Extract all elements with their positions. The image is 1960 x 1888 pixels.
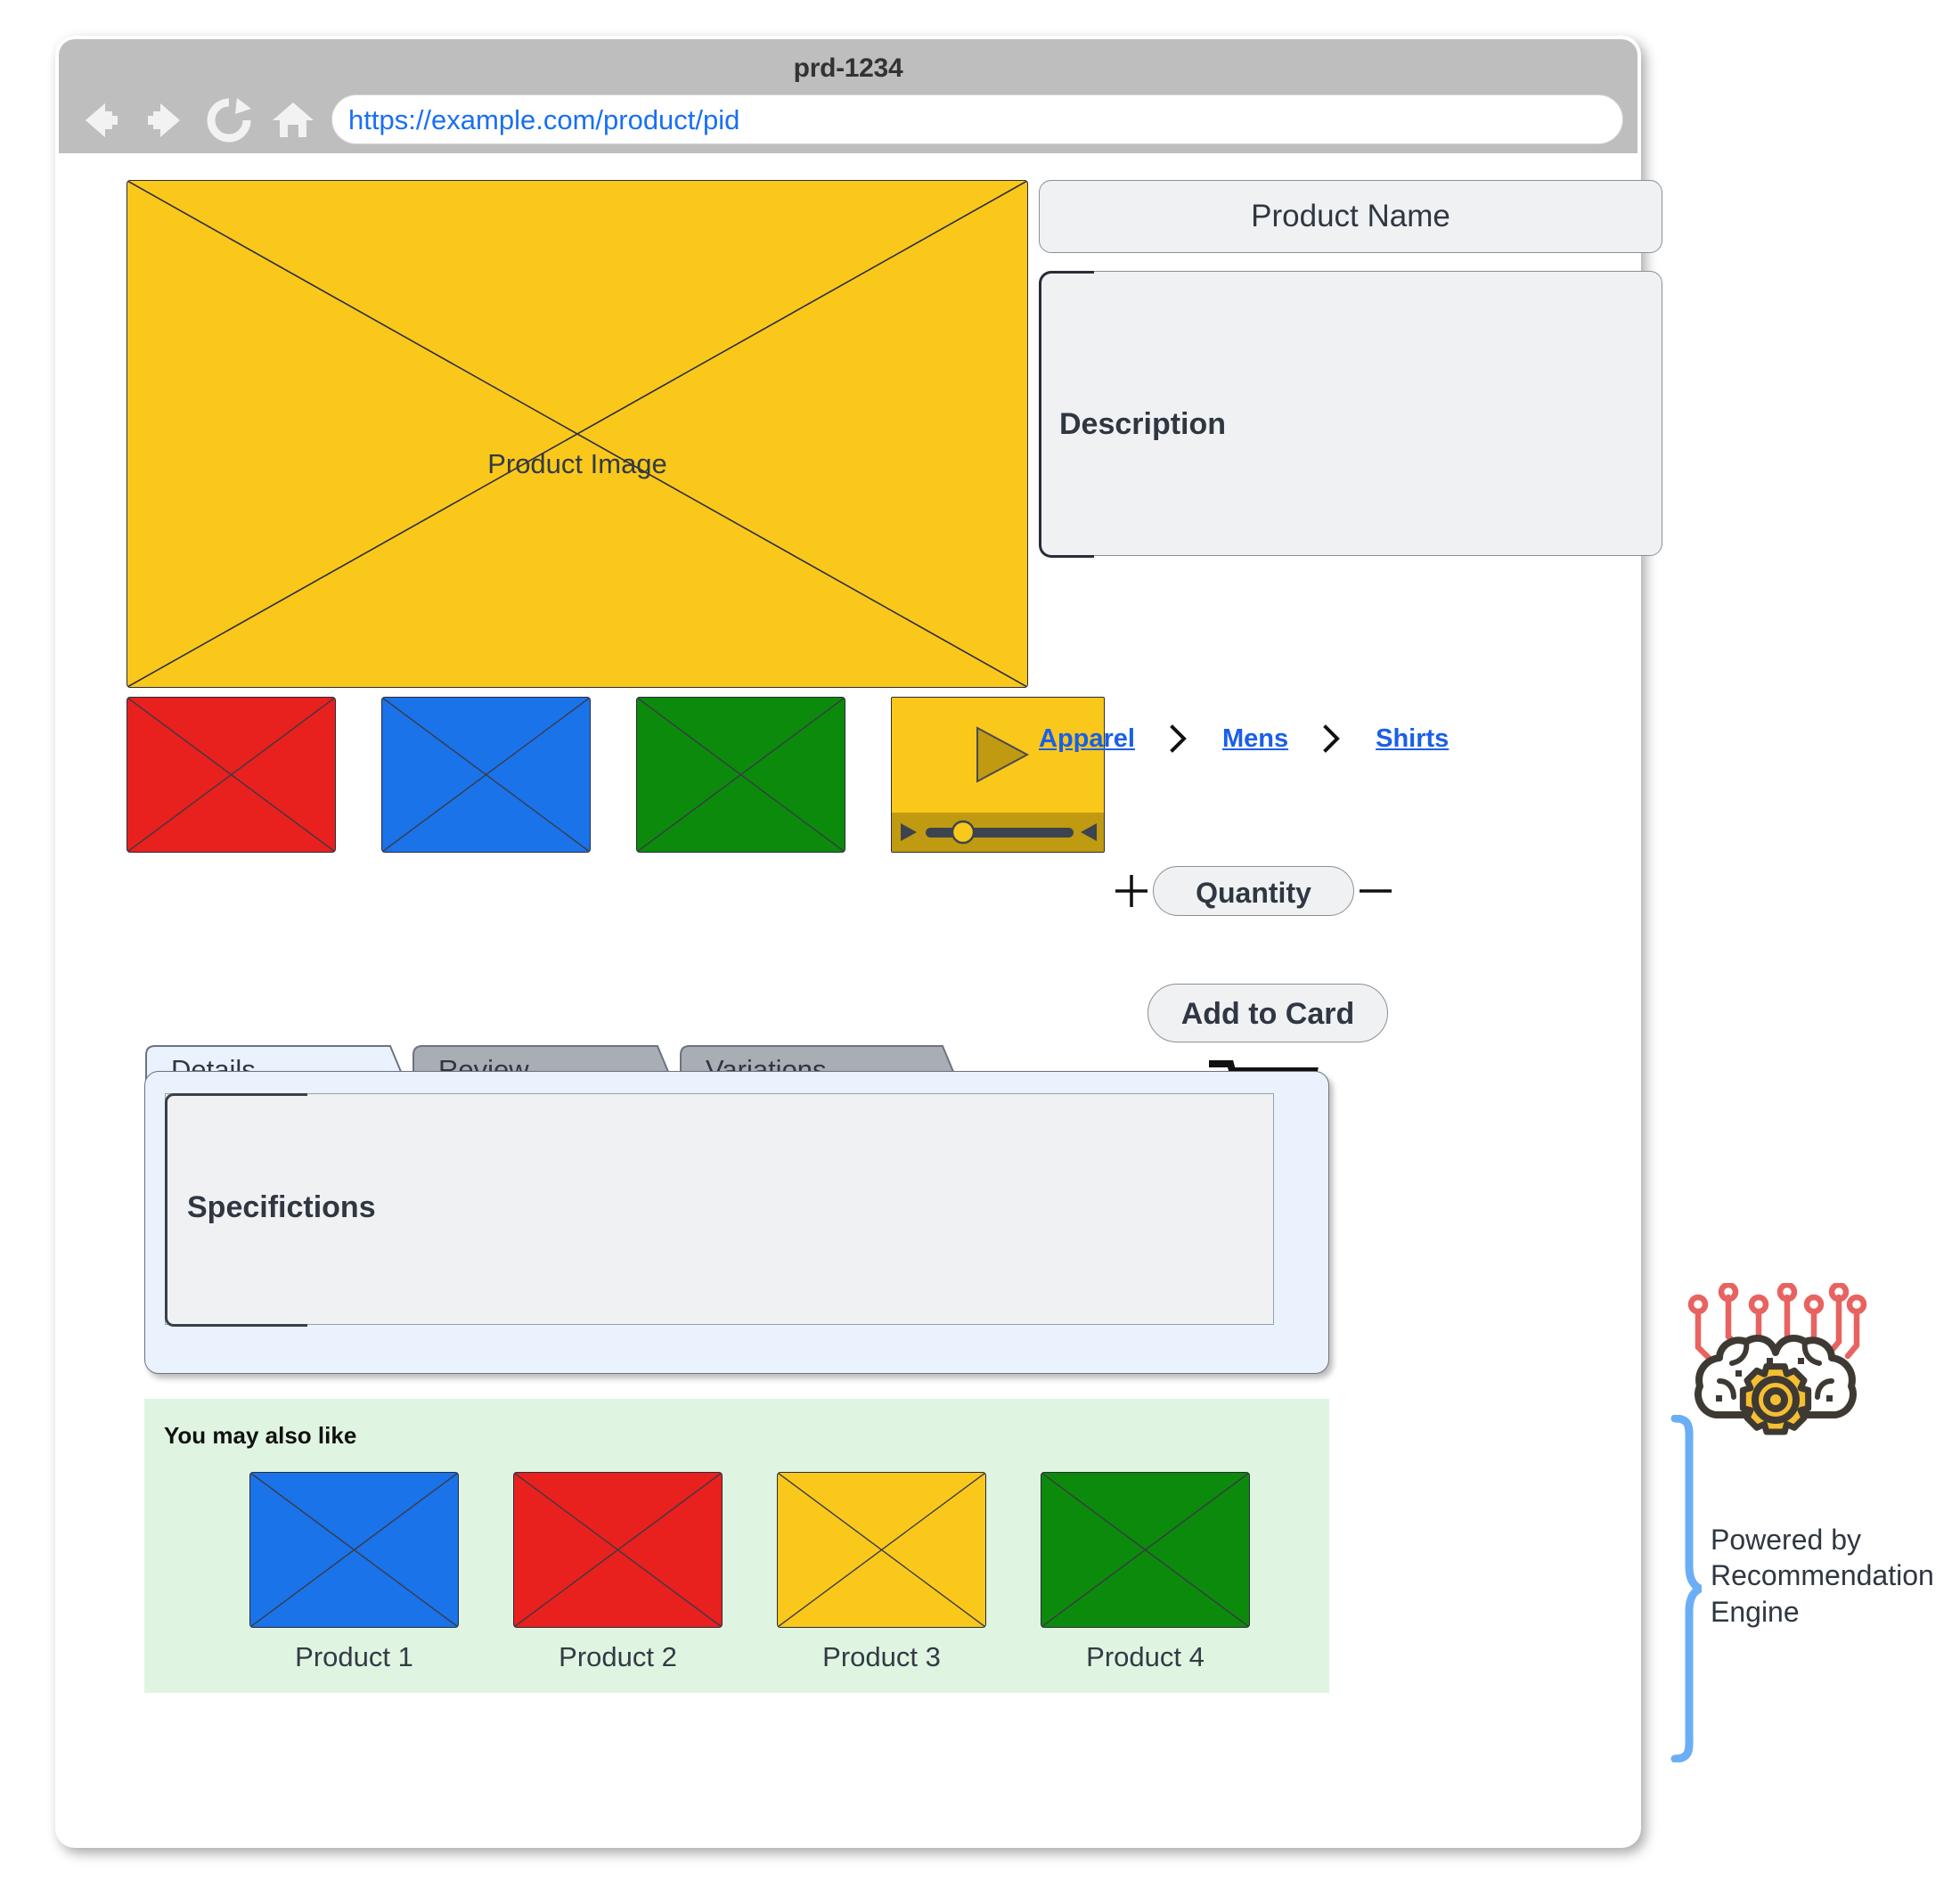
- reload-icon[interactable]: [201, 93, 257, 148]
- video-control-bar[interactable]: [892, 813, 1104, 852]
- quantity-stepper: Quantity: [1110, 866, 1397, 916]
- ai-brain-gear-icon: [1682, 1281, 1869, 1452]
- video-play-icon: [901, 823, 917, 841]
- breadcrumb: Apparel Mens Shirts: [1039, 723, 1449, 754]
- chevron-right-icon: [1167, 723, 1190, 754]
- back-arrow-icon[interactable]: [73, 93, 128, 148]
- tab-panel-details: Specifictions: [144, 1071, 1329, 1374]
- browser-nav-buttons: [73, 93, 331, 148]
- browser-window: prd-1234 https://example.com/product/pid…: [55, 36, 1662, 1848]
- product-name-label: Product Name: [1251, 199, 1450, 233]
- page-content: Product Image Product Name Description A…: [59, 153, 1662, 1844]
- quantity-field[interactable]: Quantity: [1153, 866, 1354, 916]
- main-product-image[interactable]: Product Image: [127, 180, 1028, 688]
- product-description-panel: Description: [1039, 271, 1662, 558]
- recommendation-label-1: Product 1: [295, 1641, 413, 1672]
- video-progress-knob: [951, 820, 976, 845]
- thumbnail-green[interactable]: [636, 697, 845, 853]
- home-icon[interactable]: [265, 93, 321, 148]
- curly-brace-icon: [1645, 1414, 1704, 1763]
- recommendations-title: You may also like: [164, 1422, 357, 1449]
- quantity-label: Quantity: [1196, 877, 1311, 909]
- recommendation-label-2: Product 2: [559, 1641, 677, 1672]
- callout-text: Powered by Recommendation Engine: [1711, 1524, 1934, 1628]
- breadcrumb-item-mens[interactable]: Mens: [1222, 724, 1288, 754]
- recommendation-label-4: Product 4: [1086, 1641, 1205, 1672]
- specifications-label: Specifictions: [187, 1190, 376, 1224]
- window-title: prd-1234: [793, 53, 903, 83]
- forward-arrow-icon[interactable]: [137, 93, 192, 148]
- breadcrumb-item-shirts[interactable]: Shirts: [1376, 724, 1449, 754]
- url-text: https://example.com/product/pid: [348, 104, 740, 135]
- breadcrumb-item-apparel[interactable]: Apparel: [1039, 724, 1135, 754]
- browser-chrome-bar: prd-1234 https://example.com/product/pid: [59, 39, 1637, 153]
- thumbnail-red[interactable]: [127, 697, 336, 853]
- product-video-thumbnail[interactable]: [891, 697, 1105, 853]
- recommendation-image-4[interactable]: [1041, 1472, 1250, 1628]
- specifications-box: Specifictions: [165, 1093, 1274, 1327]
- thumbnail-blue[interactable]: [381, 697, 591, 853]
- recommendation-image-3[interactable]: [777, 1472, 986, 1628]
- screen-root: prd-1234 https://example.com/product/pid…: [0, 0, 1960, 1888]
- recommendations-panel: You may also like Product 1 Product 2 Pr…: [144, 1399, 1329, 1693]
- speaker-icon: [1081, 823, 1097, 841]
- product-description-label: Description: [1059, 407, 1227, 441]
- quantity-decrease-button[interactable]: [1354, 870, 1397, 912]
- main-product-image-label: Product Image: [487, 448, 667, 479]
- quantity-increase-button[interactable]: [1110, 870, 1153, 912]
- url-bar[interactable]: https://example.com/product/pid: [331, 94, 1623, 144]
- recommendation-image-2[interactable]: [513, 1472, 723, 1628]
- recommendation-label-3: Product 3: [822, 1641, 941, 1672]
- video-progress-track: [926, 828, 1074, 838]
- add-to-cart-label: Add to Card: [1180, 997, 1355, 1031]
- product-name-field[interactable]: Product Name: [1039, 180, 1662, 253]
- chevron-right-icon-2: [1320, 723, 1343, 754]
- add-to-cart-button[interactable]: Add to Card: [1147, 984, 1388, 1042]
- recommendation-image-1[interactable]: [249, 1472, 459, 1628]
